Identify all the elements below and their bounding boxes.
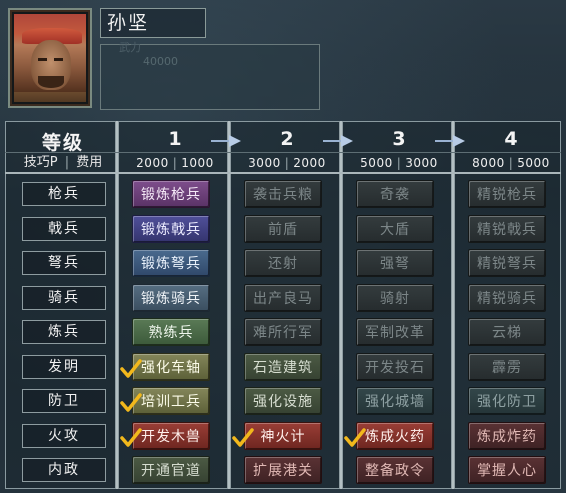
tech-button[interactable]: 扩展港关 [244,456,322,484]
tech-screen: 孙坚 武力 40000 等级 技巧P | 费用 1 2000 | 1000 2 3000 |… [0,0,566,493]
level-cost: 8000 | 5000 [472,156,550,170]
level-skill-points: 8000 [472,156,505,170]
row-label: 骑兵 [22,285,106,310]
level-skill-points: 2000 [136,156,169,170]
column-divider [227,121,231,489]
tech-button[interactable]: 精锐枪兵 [468,180,546,208]
level-gold-cost: 1000 [181,156,214,170]
row-label: 火攻 [22,423,106,448]
tech-button[interactable]: 还射 [244,249,322,277]
checkmark-icon [344,427,366,447]
portrait-image [14,14,86,102]
column-divider [451,121,455,489]
tech-button[interactable]: 霹雳 [468,352,546,381]
cost-heading: 费用 [76,155,103,170]
tech-button[interactable]: 培训工兵 [132,387,210,415]
level-heading: 等级 [41,132,84,154]
tech-button[interactable]: 开发投石 [356,352,434,381]
tech-button[interactable]: 开发木兽 [132,421,210,450]
tech-button[interactable]: 强化设施 [244,387,322,415]
row-label: 弩兵 [22,251,106,275]
tech-button[interactable]: 石造建筑 [244,352,322,381]
tech-button[interactable]: 锻炼枪兵 [132,180,210,208]
checkmark-icon [120,393,142,412]
tech-button[interactable]: 奇袭 [356,180,434,208]
row-label: 戟兵 [22,216,106,241]
level-gold-cost: 2000 [293,156,326,170]
tech-button[interactable]: 锻炼骑兵 [132,283,210,312]
row-label: 炼兵 [22,320,106,344]
tech-button[interactable]: 炼成炸药 [468,421,546,450]
level-number: 4 [504,128,518,150]
level-gold-cost: 3000 [405,156,438,170]
tech-button[interactable]: 炼成火药 [356,421,434,450]
level-cost: 2000 | 1000 [136,156,214,170]
level-skill-points: 3000 [248,156,281,170]
stats-faded-label: 武力 [119,41,141,54]
tech-button[interactable]: 开通官道 [132,456,210,484]
tech-button[interactable]: 精锐戟兵 [468,214,546,243]
level-cost: 3000 | 2000 [248,156,326,170]
level-cost: 5000 | 3000 [360,156,438,170]
tech-button[interactable]: 强化防卫 [468,387,546,415]
level-gold-cost: 5000 [517,156,550,170]
tech-button[interactable]: 出产良马 [244,283,322,312]
row-label: 防卫 [22,389,106,413]
tech-button[interactable]: 精锐弩兵 [468,249,546,277]
header-bottom-line [5,172,561,174]
tech-button[interactable]: 大盾 [356,214,434,243]
tech-button[interactable]: 强化城墙 [356,387,434,415]
tech-button[interactable]: 强化车轴 [132,352,210,381]
tech-button[interactable]: 精锐骑兵 [468,283,546,312]
tech-button[interactable]: 军制改革 [356,318,434,346]
row-label: 发明 [22,354,106,379]
tech-button[interactable]: 前盾 [244,214,322,243]
row-label: 枪兵 [22,182,106,206]
tech-button[interactable]: 神火计 [244,421,322,450]
checkmark-icon [232,427,254,447]
stats-faded-value: 40000 [143,55,178,68]
tech-button[interactable]: 掌握人心 [468,456,546,484]
checkmark-icon [120,358,142,378]
general-name: 孙坚 [100,8,206,38]
tech-button[interactable]: 锻炼弩兵 [132,249,210,277]
skill-points-heading: 技巧P [23,155,58,170]
tech-button[interactable]: 骑射 [356,283,434,312]
row-label: 内政 [22,458,106,482]
column-divider [115,121,119,489]
level-subheading: 技巧P | 费用 [23,155,103,170]
tech-button[interactable]: 袭击兵粮 [244,180,322,208]
tech-button[interactable]: 熟练兵 [132,318,210,346]
tech-button[interactable]: 锻炼戟兵 [132,214,210,243]
level-skill-points: 5000 [360,156,393,170]
tech-button[interactable]: 难所行军 [244,318,322,346]
tech-button[interactable]: 整备政令 [356,456,434,484]
tech-button[interactable]: 云梯 [468,318,546,346]
column-divider [339,121,343,489]
tech-button[interactable]: 强弩 [356,249,434,277]
general-portrait [8,8,92,108]
stats-panel: 武力 40000 [100,41,320,110]
checkmark-icon [120,427,142,447]
